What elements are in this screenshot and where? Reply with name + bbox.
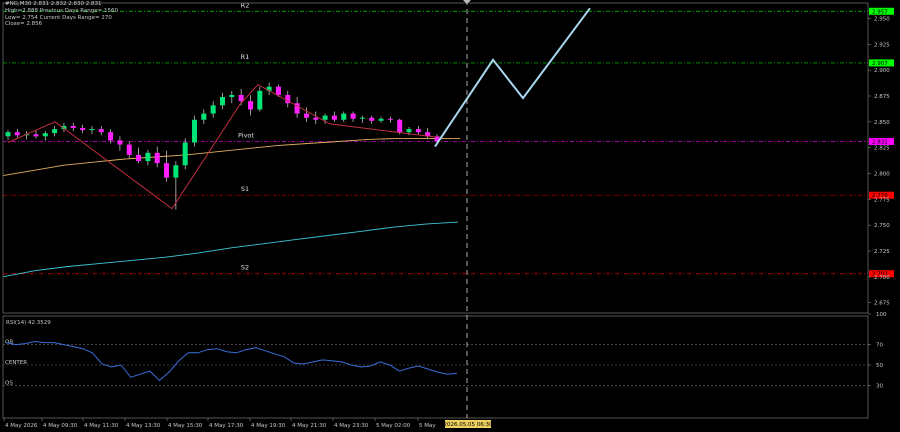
price-tick-label: 2.675 [874,301,890,307]
forecast-path [434,7,591,148]
candle-body [303,113,309,118]
time-tick-label: 4 May 19:30 [251,423,286,429]
candle-body [238,94,244,102]
candle-body [322,115,328,120]
price-tick-label: 2.700 [874,275,890,281]
candle-body [42,133,48,137]
candle-body [201,113,207,120]
level-price-label-r1: 2.907 [872,61,888,67]
crosshair: 2026.05.05 06:30 [443,0,493,428]
price-tick-label: 2.850 [874,120,890,126]
rsi-tick-label: 30 [876,383,883,389]
pivot-levels: R22.957R12.907Pivot2.831S12.779S22.703 [3,1,894,278]
time-tick-label: 4 May 17:30 [209,423,244,429]
rsi-tick-label: 70 [876,343,883,349]
rsi-line [5,340,458,381]
low-range-info: Low= 2.754 Current Days Range= 270 [5,14,112,21]
candle-body [341,113,347,120]
forecast-line [434,7,591,148]
rsi-level-label: CENTER [5,360,27,366]
time-tick-label: 4 May 2026 [5,423,38,429]
candle-body [192,119,198,143]
level-label-s2: S2 [241,264,249,272]
ma-long-line [2,221,459,278]
price-tick-label: 2.900 [874,68,890,74]
candle-body [331,115,337,120]
price-panel-frame [2,2,869,314]
price-tick-label: 2.800 [874,172,890,178]
candle-body [14,132,20,136]
price-tick-label: 2.825 [874,146,890,152]
candle-body [108,132,114,141]
price-tick-label: 2.725 [874,249,890,255]
time-tick-label: 4 May 23:30 [334,423,369,429]
level-label-s1: S1 [241,185,249,193]
candle-body [154,152,160,164]
time-tick-label: 5 May [419,423,436,429]
moving-averages [2,137,460,278]
symbol-info: #NG,M30 2.831 2.832 2.830 2.831 High=2.8… [5,1,118,28]
candle-body [313,117,319,120]
candle-body [350,113,356,119]
symbol-ohlc: #NG,M30 2.831 2.832 2.830 2.831 [5,1,102,7]
rsi-tick-label: 100 [876,312,887,318]
candlestick-series[interactable] [5,82,440,210]
time-tick-label: 4 May 15:30 [168,423,203,429]
candle-body [229,94,235,98]
candle-body [359,117,365,119]
candle-body [369,117,375,121]
price-tick-label: 2.875 [874,94,890,100]
candle-body [89,129,95,131]
price-tick-label: 2.950 [874,17,890,23]
candle-body [406,129,412,133]
time-tick-label: 4 May 09:30 [43,423,78,429]
candle-body [33,134,39,137]
price-axis[interactable]: 2.950 2.925 2.900 2.875 2.850 2.825 2.800 2.775… [2,2,890,419]
level-price-label-pivot: 2.831 [872,139,888,145]
time-tick-label: 4 May 11:30 [84,423,119,429]
time-tick-label: 4 May 13:30 [126,423,161,429]
close-info: Close= 2.856 [5,21,43,28]
candle-body [210,105,216,114]
chart-canvas[interactable]: R22.957R12.907Pivot2.831S12.779S22.703 2… [0,0,900,432]
candle-body [257,90,263,110]
price-tick-label: 2.750 [874,223,890,229]
candle-body [5,132,11,137]
candle-body [145,152,151,162]
candle-body [247,101,253,110]
level-price-label-r2: 2.957 [872,9,888,15]
candle-body [117,140,123,145]
candle-body [173,165,179,178]
rsi-panel-frame [2,315,869,419]
ma-slow-line [2,137,460,177]
candle-body [415,129,421,133]
rsi-level-label: OS [5,380,13,386]
candle-body [98,129,104,133]
candle-body [397,119,403,133]
candle-body [182,142,188,166]
candle-body [220,97,225,106]
candle-body [387,118,393,120]
high-range-info: High=2.888 Previous Days Range= 1560 [5,7,118,14]
price-tick-label: 2.775 [874,197,890,203]
candle-body [70,125,76,129]
level-label-pivot: Pivot [238,131,254,139]
level-label-r2: R2 [241,1,250,9]
price-tick-label: 2.925 [874,42,890,48]
candle-body [275,86,281,95]
rsi-panel[interactable]: RSI(14) 42.3529OBCENTEROS100705030 [3,312,887,389]
time-axis[interactable]: 4 May 2026 4 May 09:30 4 May 11:30 4 May 13… [3,418,436,429]
candle-body [126,144,132,155]
rsi-title: RSI(14) 42.3529 [6,320,51,326]
time-tick-label: 4 May 21:30 [292,423,327,429]
crosshair-time-label: 2026.05.05 06:30 [443,422,493,428]
time-tick-label: 5 May 02:00 [376,423,411,429]
candle-body [164,163,170,178]
level-label-r1: R1 [241,53,250,61]
rsi-tick-label: 50 [876,363,883,369]
candle-body [378,118,384,121]
candle-body [52,129,58,134]
candle-body [80,128,86,131]
candle-body [136,154,142,162]
